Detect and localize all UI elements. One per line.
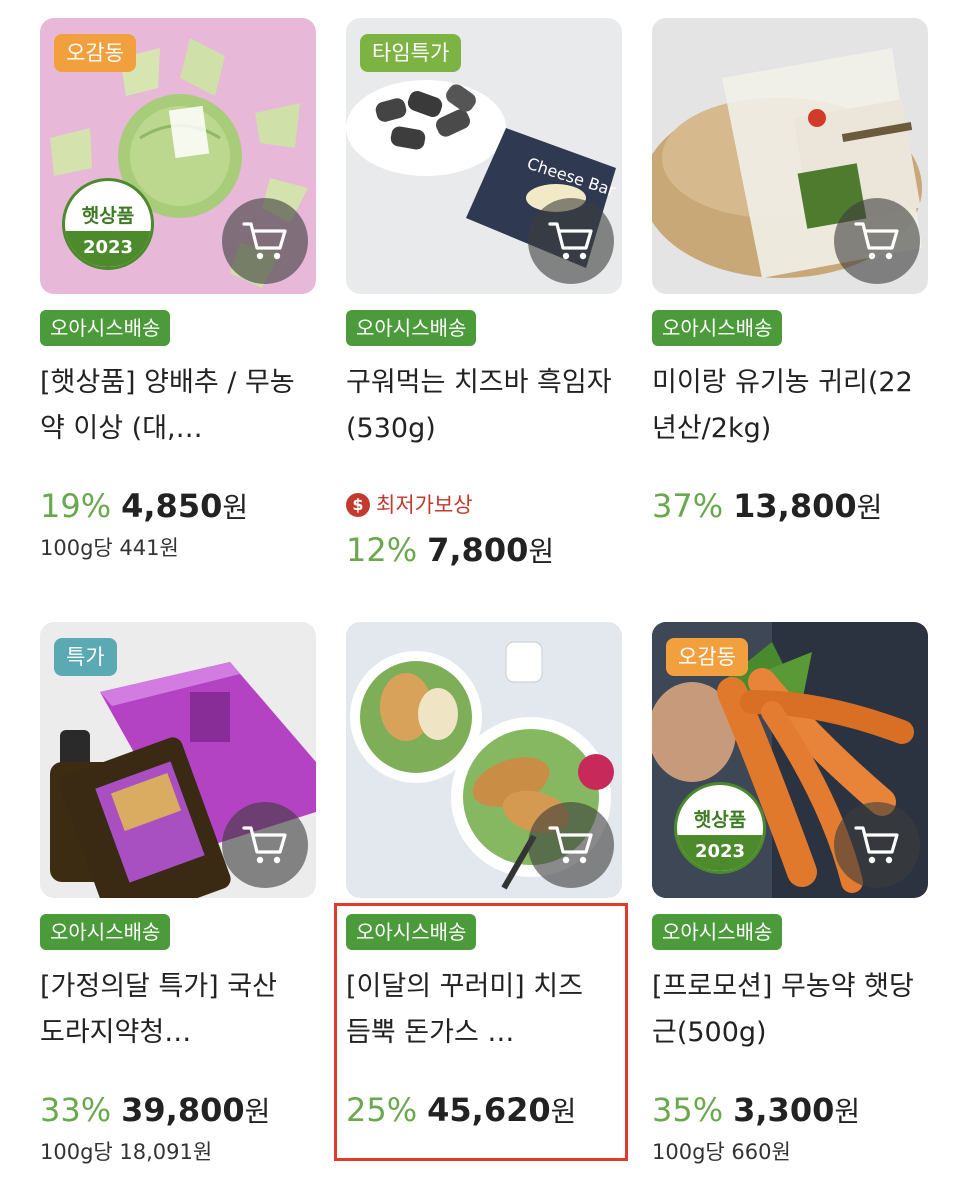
product-image[interactable] bbox=[346, 622, 622, 898]
delivery-badge: 오아시스배송 bbox=[346, 310, 477, 346]
product-image[interactable] bbox=[652, 18, 928, 294]
sale-price: 45,620 bbox=[427, 1091, 551, 1129]
discount-rate: 12% bbox=[346, 531, 418, 569]
cart-icon bbox=[242, 826, 287, 864]
unit-price: 100g당 660원 bbox=[652, 1140, 791, 1164]
currency-unit: 원 bbox=[834, 1095, 861, 1128]
delivery-badge: 오아시스배송 bbox=[652, 310, 783, 346]
cart-icon bbox=[242, 222, 287, 260]
product-card[interactable]: 오아시스배송 [이달의 꾸러미] 치즈 듬뿍 돈가스 … 25% 45,620원 bbox=[346, 622, 622, 1162]
currency-unit: 원 bbox=[528, 535, 555, 568]
cart-icon bbox=[548, 222, 593, 260]
cart-icon bbox=[854, 826, 899, 864]
product-card[interactable]: 오감동 햇상품 2023 오아시스배송 [햇상품] 양배추 / 무농약 이상 (… bbox=[40, 18, 316, 578]
price-row: 37% 13,800원 bbox=[652, 486, 882, 526]
add-to-cart-button[interactable] bbox=[834, 802, 920, 888]
delivery-badge: 오아시스배송 bbox=[40, 914, 171, 950]
sale-price: 4,850 bbox=[121, 487, 223, 525]
sale-price: 13,800 bbox=[733, 487, 857, 525]
promo-tag: 오감동 bbox=[666, 638, 748, 676]
price-row: 12% 7,800원 bbox=[346, 530, 554, 570]
price-row: 33% 39,800원 bbox=[40, 1090, 270, 1130]
product-title[interactable]: 구워먹는 치즈바 흑임자(530g) bbox=[346, 360, 612, 452]
sale-price: 39,800 bbox=[121, 1091, 245, 1129]
discount-rate: 19% bbox=[40, 487, 112, 525]
product-image[interactable]: 특가 bbox=[40, 622, 316, 898]
seal-label: 햇상품 bbox=[693, 809, 747, 831]
product-card[interactable]: 특가 오아시스배송 [가정의달 특가] 국산 도라지약청… 33% 39,800원… bbox=[40, 622, 316, 1164]
discount-rate: 35% bbox=[652, 1091, 724, 1129]
add-to-cart-button[interactable] bbox=[528, 198, 614, 284]
discount-rate: 37% bbox=[652, 487, 724, 525]
product-title[interactable]: [프로모션] 무농약 햇당근(500g) bbox=[652, 964, 918, 1056]
discount-rate: 33% bbox=[40, 1091, 112, 1129]
price-row: 25% 45,620원 bbox=[346, 1090, 576, 1130]
product-card[interactable]: Cheese Bar 타임특가 오아시스배송 구워먹는 치즈바 흑임자(530g… bbox=[346, 18, 622, 578]
cart-icon bbox=[548, 826, 593, 864]
product-title[interactable]: [햇상품] 양배추 / 무농약 이상 (대,… bbox=[40, 360, 306, 452]
product-image[interactable]: Cheese Bar 타임특가 bbox=[346, 18, 622, 294]
cart-icon bbox=[854, 222, 899, 260]
promo-tag: 타임특가 bbox=[360, 34, 462, 72]
price-row: 35% 3,300원 bbox=[652, 1090, 860, 1130]
unit-price: 100g당 441원 bbox=[40, 536, 179, 560]
currency-unit: 원 bbox=[856, 491, 883, 524]
add-to-cart-button[interactable] bbox=[834, 198, 920, 284]
promo-tag: 오감동 bbox=[54, 34, 136, 72]
sale-price: 3,300 bbox=[733, 1091, 835, 1129]
product-card[interactable]: 오감동 햇상품 2023 오아시스배송 [프로모션] 무농약 햇당근(500g)… bbox=[652, 622, 928, 1164]
delivery-badge: 오아시스배송 bbox=[652, 914, 783, 950]
product-title[interactable]: 미이랑 유기농 귀리(22년산/2kg) bbox=[652, 360, 918, 452]
product-image[interactable]: 오감동 햇상품 2023 bbox=[40, 18, 316, 294]
add-to-cart-button[interactable] bbox=[222, 802, 308, 888]
sale-price: 7,800 bbox=[427, 531, 529, 569]
price-row: 19% 4,850원 bbox=[40, 486, 248, 526]
promo-tag: 특가 bbox=[54, 638, 117, 676]
currency-unit: 원 bbox=[550, 1095, 577, 1128]
delivery-badge: 오아시스배송 bbox=[346, 914, 477, 950]
seal-year: 2023 bbox=[65, 231, 151, 267]
add-to-cart-button[interactable] bbox=[222, 198, 308, 284]
currency-unit: 원 bbox=[222, 491, 249, 524]
lowest-price-label: 최저가보상 bbox=[376, 493, 473, 517]
product-card[interactable]: 오아시스배송 미이랑 유기농 귀리(22년산/2kg) 37% 13,800원 bbox=[652, 18, 928, 578]
product-title[interactable]: [이달의 꾸러미] 치즈 듬뿍 돈가스 … bbox=[346, 964, 612, 1056]
seal-year: 2023 bbox=[677, 835, 763, 871]
dollar-icon: $ bbox=[346, 493, 370, 517]
product-title[interactable]: [가정의달 특가] 국산 도라지약청… bbox=[40, 964, 306, 1056]
seal-label: 햇상품 bbox=[81, 205, 135, 227]
delivery-badge: 오아시스배송 bbox=[40, 310, 171, 346]
add-to-cart-button[interactable] bbox=[528, 802, 614, 888]
currency-unit: 원 bbox=[244, 1095, 271, 1128]
lowest-price-guarantee-badge: $ 최저가보상 bbox=[346, 490, 473, 520]
new-season-seal: 햇상품 2023 bbox=[674, 782, 766, 874]
product-image[interactable]: 오감동 햇상품 2023 bbox=[652, 622, 928, 898]
discount-rate: 25% bbox=[346, 1091, 418, 1129]
unit-price: 100g당 18,091원 bbox=[40, 1140, 213, 1164]
new-season-seal: 햇상품 2023 bbox=[62, 178, 154, 270]
